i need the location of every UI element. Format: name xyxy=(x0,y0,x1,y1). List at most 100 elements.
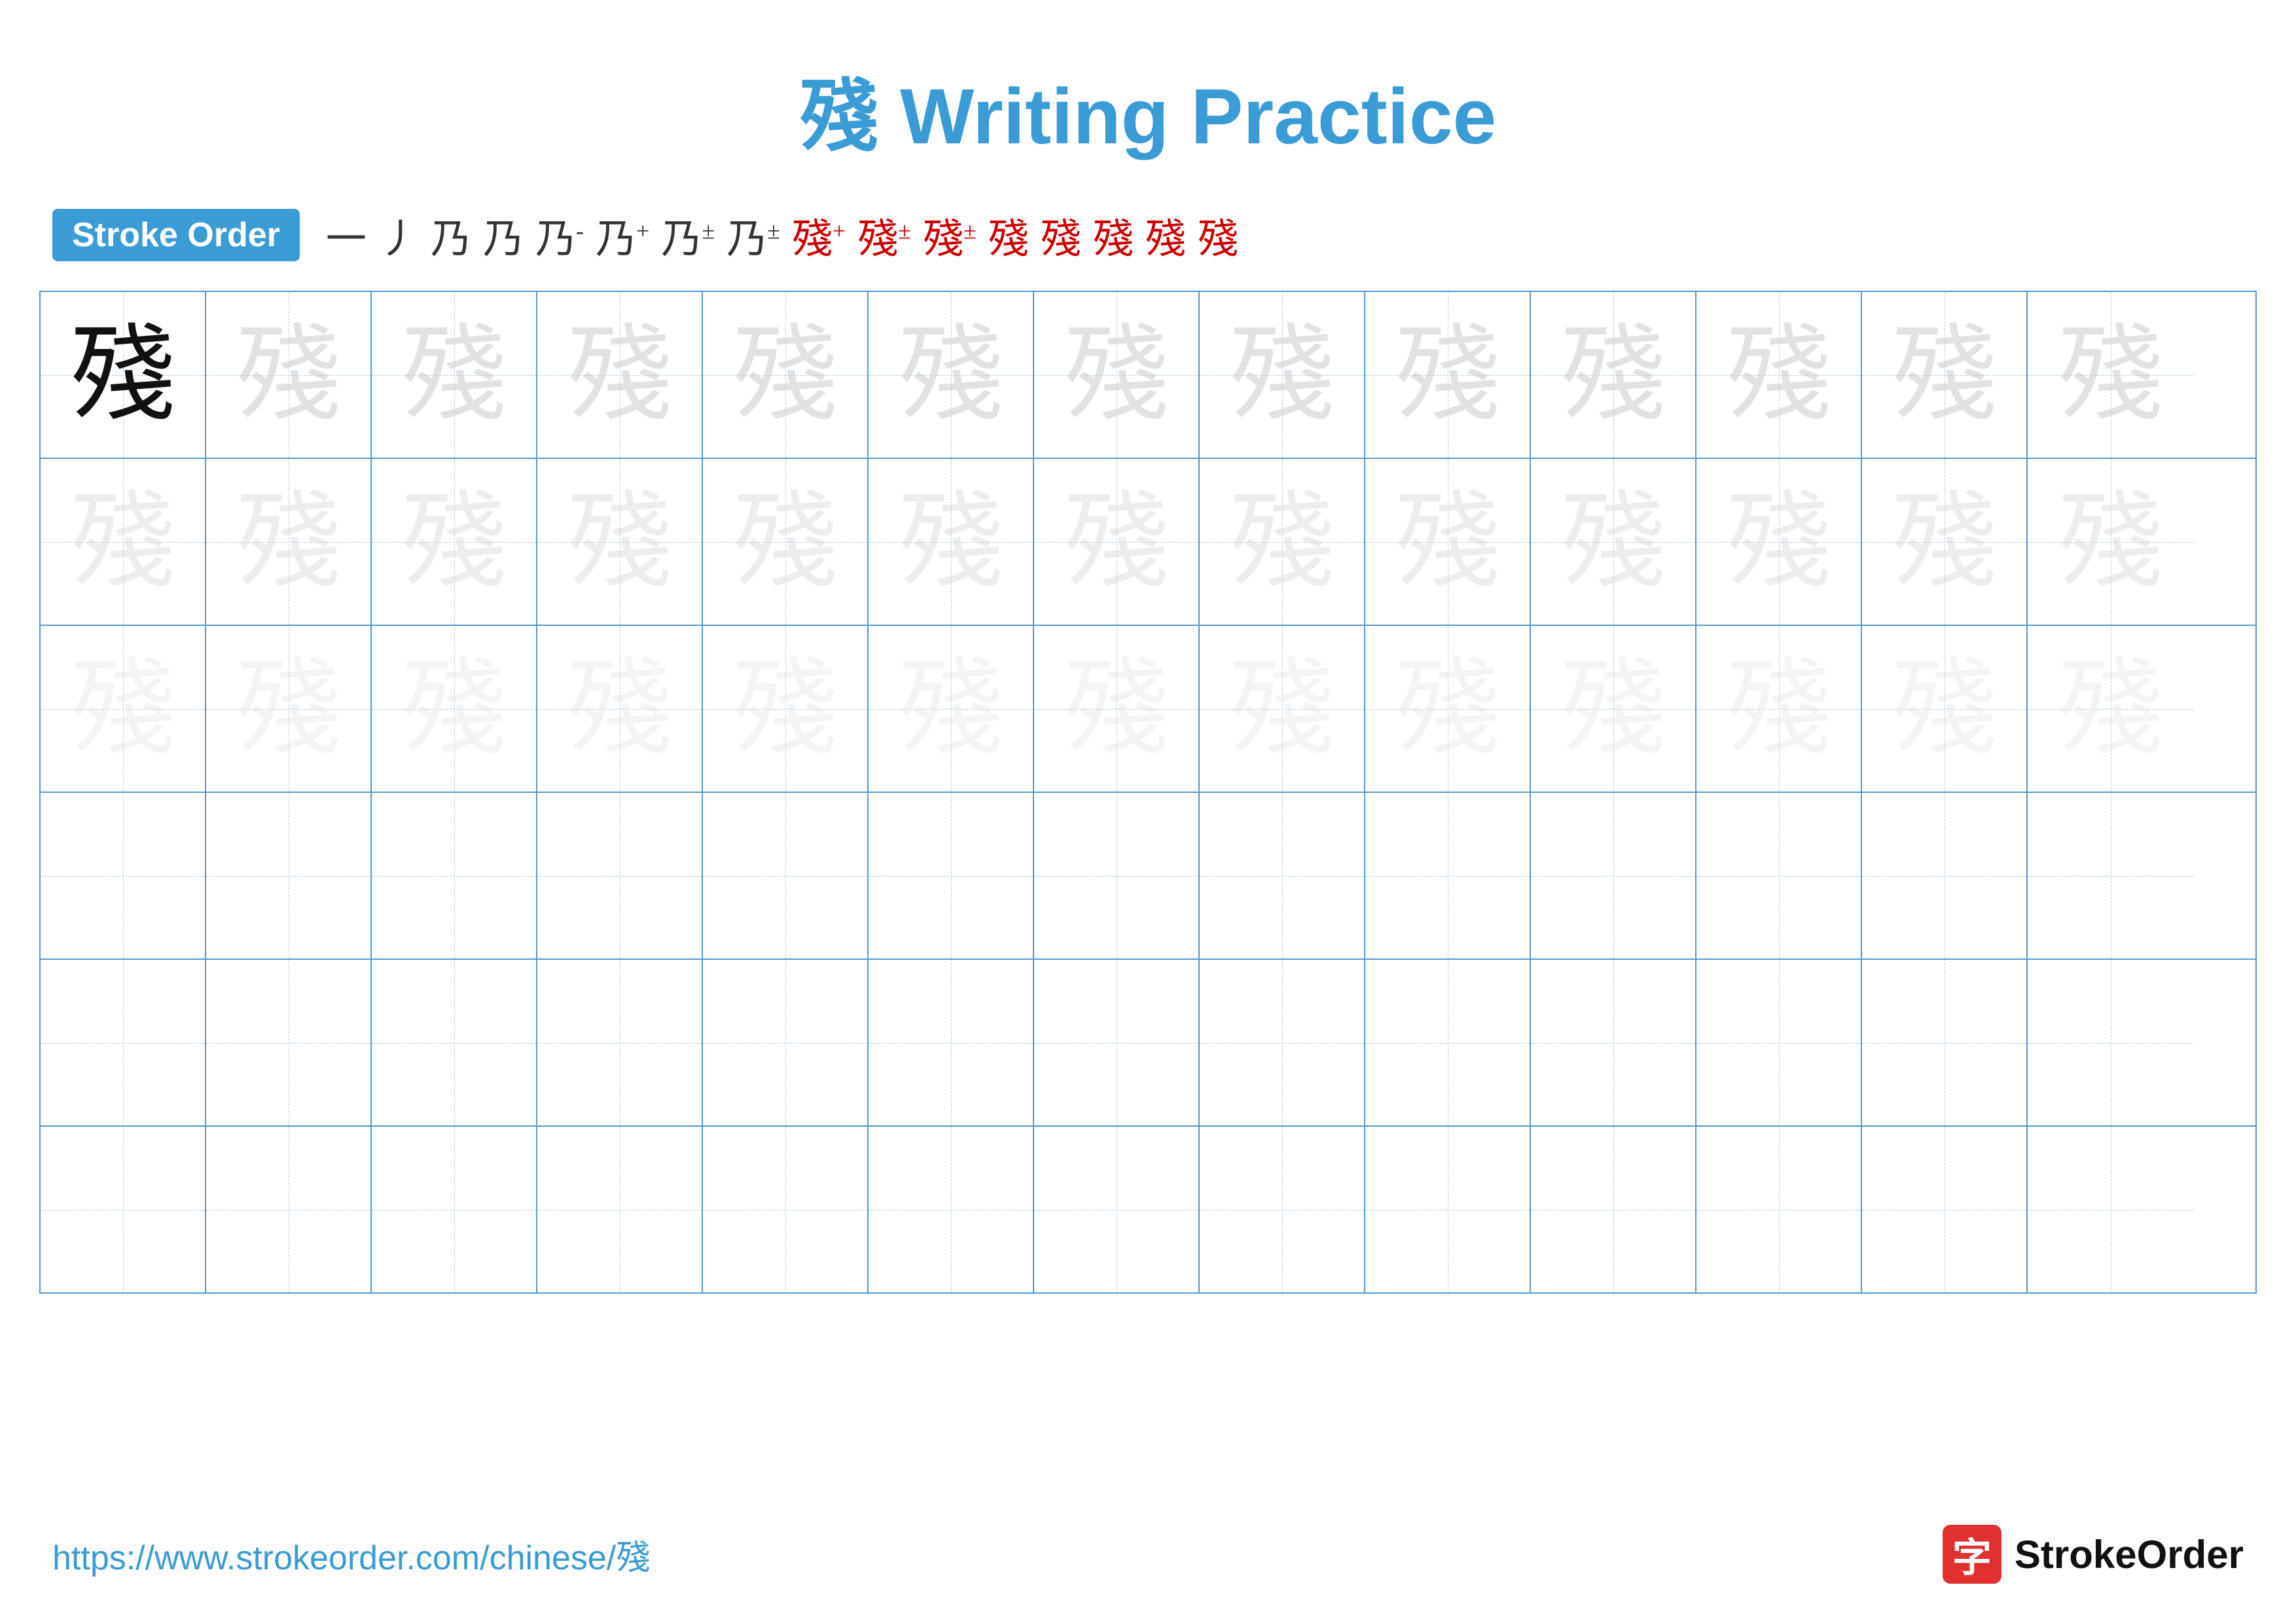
grid-cell-3-7[interactable]: 殘 xyxy=(1034,626,1200,792)
grid-cell-3-5[interactable]: 殘 xyxy=(703,626,869,792)
grid-cell-3-13[interactable]: 殘 xyxy=(2028,626,2193,792)
grid-cell-3-4[interactable]: 殘 xyxy=(537,626,703,792)
stroke-order-row: Stroke Order 一 丿 乃 乃 乃- 乃+ 乃± 乃± 殘+ 殘± 殘… xyxy=(0,192,2296,278)
grid-cell-4-3[interactable] xyxy=(372,793,537,958)
stroke-15: 殘 xyxy=(1145,206,1186,264)
grid-cell-2-2[interactable]: 殘 xyxy=(206,459,372,625)
stroke-8: 乃± xyxy=(726,206,780,264)
grid-cell-1-8[interactable]: 殘 xyxy=(1200,292,1365,458)
grid-cell-4-9[interactable] xyxy=(1365,793,1531,958)
grid-cell-5-3[interactable] xyxy=(372,960,537,1125)
grid-cell-5-2[interactable] xyxy=(206,960,372,1125)
page-title: 殘 Writing Practice xyxy=(800,73,1497,160)
grid-cell-6-6[interactable] xyxy=(869,1127,1034,1292)
grid-cell-1-2[interactable]: 殘 xyxy=(206,292,372,458)
grid-cell-6-13[interactable] xyxy=(2028,1127,2193,1292)
grid-cell-6-11[interactable] xyxy=(1696,1127,1862,1292)
grid-cell-5-10[interactable] xyxy=(1531,960,1696,1125)
grid-cell-4-12[interactable] xyxy=(1862,793,2028,958)
grid-cell-1-9[interactable]: 殘 xyxy=(1365,292,1531,458)
grid-row-6 xyxy=(41,1127,2255,1292)
grid-row-3: 殘 殘 殘 殘 殘 殘 殘 殘 殘 殘 殘 殘 殘 xyxy=(41,626,2255,793)
stroke-6: 乃+ xyxy=(596,206,649,264)
grid-cell-6-8[interactable] xyxy=(1200,1127,1365,1292)
grid-cell-1-6[interactable]: 殘 xyxy=(869,292,1034,458)
grid-cell-5-7[interactable] xyxy=(1034,960,1200,1125)
grid-cell-3-1[interactable]: 殘 xyxy=(41,626,206,792)
practice-char: 殘 xyxy=(70,323,175,428)
grid-cell-5-1[interactable] xyxy=(41,960,206,1125)
grid-cell-1-4[interactable]: 殘 xyxy=(537,292,703,458)
grid-cell-2-8[interactable]: 殘 xyxy=(1200,459,1365,625)
grid-cell-1-7[interactable]: 殘 xyxy=(1034,292,1200,458)
grid-row-2: 殘 殘 殘 殘 殘 殘 殘 殘 殘 殘 殘 殘 殘 xyxy=(41,459,2255,626)
grid-cell-6-9[interactable] xyxy=(1365,1127,1531,1292)
grid-cell-5-5[interactable] xyxy=(703,960,869,1125)
grid-cell-2-11[interactable]: 殘 xyxy=(1696,459,1862,625)
stroke-14: 殘 xyxy=(1093,206,1134,264)
grid-cell-2-4[interactable]: 殘 xyxy=(537,459,703,625)
grid-cell-3-12[interactable]: 殘 xyxy=(1862,626,2028,792)
grid-cell-5-4[interactable] xyxy=(537,960,703,1125)
footer-logo: 字 StrokeOrder xyxy=(1943,1525,2244,1584)
grid-row-5 xyxy=(41,960,2255,1127)
stroke-2: 丿 xyxy=(378,206,419,264)
grid-cell-4-10[interactable] xyxy=(1531,793,1696,958)
grid-cell-6-4[interactable] xyxy=(537,1127,703,1292)
grid-cell-3-10[interactable]: 殘 xyxy=(1531,626,1696,792)
grid-cell-1-3[interactable]: 殘 xyxy=(372,292,537,458)
stroke-11: 殘± xyxy=(923,206,977,264)
grid-cell-2-10[interactable]: 殘 xyxy=(1531,459,1696,625)
grid-cell-6-5[interactable] xyxy=(703,1127,869,1292)
grid-cell-2-9[interactable]: 殘 xyxy=(1365,459,1531,625)
grid-cell-4-7[interactable] xyxy=(1034,793,1200,958)
grid-cell-3-9[interactable]: 殘 xyxy=(1365,626,1531,792)
grid-cell-1-1[interactable]: 殘 xyxy=(41,292,206,458)
grid-cell-4-8[interactable] xyxy=(1200,793,1365,958)
grid-cell-6-10[interactable] xyxy=(1531,1127,1696,1292)
grid-cell-4-11[interactable] xyxy=(1696,793,1862,958)
grid-cell-6-3[interactable] xyxy=(372,1127,537,1292)
grid-cell-2-13[interactable]: 殘 xyxy=(2028,459,2193,625)
grid-cell-4-6[interactable] xyxy=(869,793,1034,958)
grid-cell-3-11[interactable]: 殘 xyxy=(1696,626,1862,792)
grid-row-1: 殘 殘 殘 殘 殘 殘 殘 殘 殘 殘 殘 殘 殘 xyxy=(41,292,2255,459)
grid-cell-4-13[interactable] xyxy=(2028,793,2193,958)
grid-cell-2-3[interactable]: 殘 xyxy=(372,459,537,625)
grid-cell-2-1[interactable]: 殘 xyxy=(41,459,206,625)
grid-cell-3-2[interactable]: 殘 xyxy=(206,626,372,792)
grid-cell-5-11[interactable] xyxy=(1696,960,1862,1125)
grid-cell-1-5[interactable]: 殘 xyxy=(703,292,869,458)
grid-cell-4-1[interactable] xyxy=(41,793,206,958)
grid-cell-6-7[interactable] xyxy=(1034,1127,1200,1292)
grid-cell-5-6[interactable] xyxy=(869,960,1034,1125)
grid-cell-5-9[interactable] xyxy=(1365,960,1531,1125)
logo-text: StrokeOrder xyxy=(2015,1532,2244,1577)
grid-cell-2-12[interactable]: 殘 xyxy=(1862,459,2028,625)
grid-cell-3-8[interactable]: 殘 xyxy=(1200,626,1365,792)
stroke-5: 乃- xyxy=(535,206,584,264)
grid-cell-3-6[interactable]: 殘 xyxy=(869,626,1034,792)
grid-cell-2-5[interactable]: 殘 xyxy=(703,459,869,625)
grid-cell-6-2[interactable] xyxy=(206,1127,372,1292)
grid-cell-4-5[interactable] xyxy=(703,793,869,958)
grid-cell-1-12[interactable]: 殘 xyxy=(1862,292,2028,458)
grid-cell-4-4[interactable] xyxy=(537,793,703,958)
grid-cell-6-1[interactable] xyxy=(41,1127,206,1292)
logo-icon: 字 xyxy=(1943,1525,2001,1584)
grid-cell-1-10[interactable]: 殘 xyxy=(1531,292,1696,458)
grid-cell-5-13[interactable] xyxy=(2028,960,2193,1125)
grid-cell-4-2[interactable] xyxy=(206,793,372,958)
grid-cell-1-11[interactable]: 殘 xyxy=(1696,292,1862,458)
grid-cell-5-8[interactable] xyxy=(1200,960,1365,1125)
grid-cell-3-3[interactable]: 殘 xyxy=(372,626,537,792)
grid-cell-5-12[interactable] xyxy=(1862,960,2028,1125)
grid-cell-6-12[interactable] xyxy=(1862,1127,2028,1292)
footer-url[interactable]: https://www.strokeorder.com/chinese/殘 xyxy=(52,1530,650,1579)
stroke-4: 乃 xyxy=(483,206,524,264)
grid-cell-2-6[interactable]: 殘 xyxy=(869,459,1034,625)
stroke-sequence: 一 丿 乃 乃 乃- 乃+ 乃± 乃± 殘+ 殘± 殘± 殘 殘 殘 殘 殘 xyxy=(326,206,1238,264)
stroke-9: 殘+ xyxy=(792,206,846,264)
grid-cell-2-7[interactable]: 殘 xyxy=(1034,459,1200,625)
grid-cell-1-13[interactable]: 殘 xyxy=(2028,292,2193,458)
